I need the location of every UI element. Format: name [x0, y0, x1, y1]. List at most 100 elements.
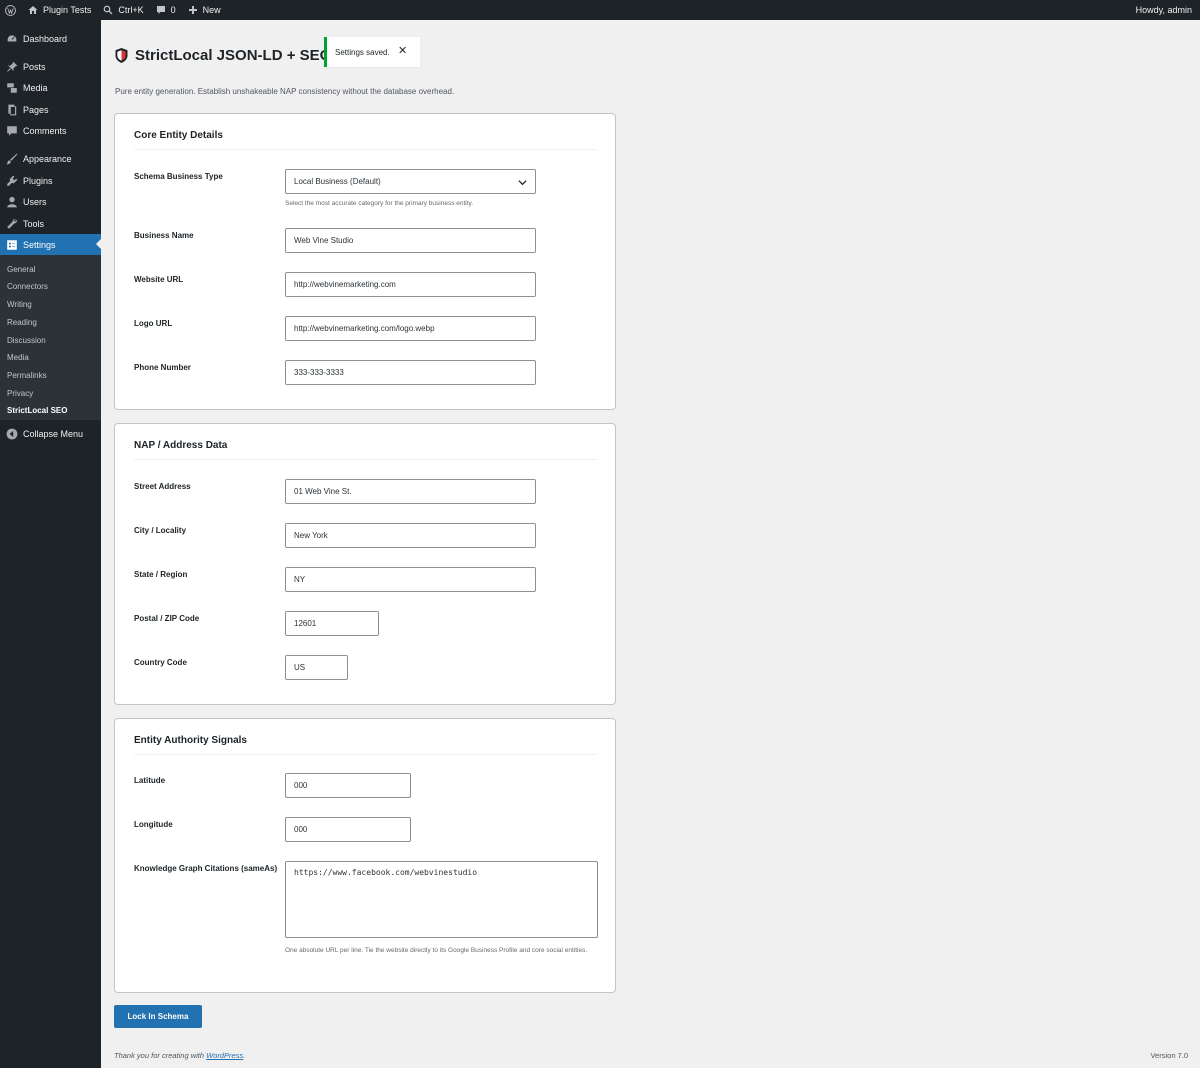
- shortcut-label: Ctrl+K: [118, 5, 144, 15]
- nap-address-card: NAP / Address Data Street Address 01 Web…: [114, 423, 616, 705]
- core-entity-card: Core Entity Details Schema Business Type…: [114, 113, 616, 410]
- pin-icon: [6, 61, 18, 72]
- page-title: StrictLocal JSON-LD + SEO: [135, 47, 332, 64]
- logo-url-input[interactable]: http://webvinemarketing.com/logo.webp: [285, 316, 536, 341]
- card-title: Entity Authority Signals: [134, 735, 247, 746]
- menu-label: Comments: [23, 125, 67, 136]
- plugin-icon: [7, 175, 18, 186]
- footer-version: Version 7.0: [1150, 1051, 1188, 1060]
- menu-label: Collapse Menu: [23, 428, 84, 439]
- latitude-label: Latitude: [134, 776, 166, 785]
- collapse-icon: [6, 428, 18, 439]
- settings-submenu: General Connectors Writing Reading Discu…: [0, 255, 101, 420]
- lock-in-schema-button[interactable]: Lock In Schema: [114, 1005, 202, 1028]
- site-name-link[interactable]: Plugin Tests: [22, 0, 97, 20]
- logo-url-label: Logo URL: [134, 319, 173, 328]
- state-label: State / Region: [134, 570, 188, 579]
- menu-plugins[interactable]: Plugins: [0, 170, 101, 191]
- submenu-discussion[interactable]: Discussion: [7, 336, 46, 345]
- chevron-down-icon: [518, 180, 527, 186]
- submenu-reading[interactable]: Reading: [7, 318, 37, 327]
- brush-icon: [6, 153, 18, 164]
- wordpress-link[interactable]: WordPress: [206, 1051, 243, 1060]
- schema-type-select[interactable]: Local Business (Default): [285, 169, 536, 194]
- menu-tools[interactable]: Tools: [0, 213, 101, 234]
- menu-label: Settings: [23, 239, 56, 250]
- plus-icon: [188, 6, 197, 14]
- media-icon: [7, 82, 17, 93]
- menu-comments[interactable]: Comments: [0, 120, 101, 141]
- sameas-label: Knowledge Graph Citations (sameAs): [134, 864, 278, 873]
- card-divider: [134, 754, 597, 755]
- menu-label: Appearance: [23, 153, 72, 164]
- card-divider: [134, 459, 597, 460]
- shield-icon: [115, 48, 128, 63]
- zip-input[interactable]: 12601: [285, 611, 379, 636]
- pages-icon: [8, 104, 17, 115]
- notice-text: Settings saved.: [335, 47, 390, 57]
- website-url-input[interactable]: http://webvinemarketing.com: [285, 272, 536, 297]
- collapse-menu-button[interactable]: Collapse Menu: [0, 423, 101, 444]
- comments-link[interactable]: 0: [150, 0, 182, 20]
- city-label: City / Locality: [134, 526, 187, 535]
- menu-label: Dashboard: [23, 33, 68, 44]
- menu-users[interactable]: Users: [0, 191, 101, 212]
- menu-label: Media: [23, 82, 48, 93]
- schema-type-help: Select the most accurate category for th…: [285, 200, 474, 207]
- submenu-media[interactable]: Media: [7, 353, 29, 362]
- wrench-icon: [7, 218, 17, 229]
- menu-pages[interactable]: Pages: [0, 99, 101, 120]
- home-icon: [28, 6, 38, 14]
- country-input[interactable]: US: [285, 655, 348, 680]
- submenu-general[interactable]: General: [7, 265, 35, 274]
- menu-label: Pages: [23, 104, 49, 115]
- page-description: Pure entity generation. Establish unshak…: [115, 87, 455, 96]
- latitude-input[interactable]: 000: [285, 773, 411, 798]
- sameas-help: One absolute URL per line. Tie the websi…: [285, 947, 588, 954]
- street-input[interactable]: 01 Web Vine St.: [285, 479, 536, 504]
- site-name: Plugin Tests: [43, 5, 92, 15]
- longitude-input[interactable]: 000: [285, 817, 411, 842]
- city-input[interactable]: New York: [285, 523, 536, 548]
- state-input[interactable]: NY: [285, 567, 536, 592]
- menu-appearance[interactable]: Appearance: [0, 148, 101, 169]
- menu-settings[interactable]: Settings: [0, 234, 101, 255]
- phone-label: Phone Number: [134, 363, 191, 372]
- menu-label: Plugins: [23, 175, 53, 186]
- greeting: Howdy, admin: [1135, 5, 1192, 15]
- user-icon: [7, 196, 17, 207]
- search-icon: [104, 5, 113, 15]
- account-menu[interactable]: Howdy, admin: [1130, 0, 1200, 20]
- country-label: Country Code: [134, 658, 187, 667]
- command-palette-link[interactable]: Ctrl+K: [97, 0, 149, 20]
- business-name-input[interactable]: Web Vine Studio: [285, 228, 536, 253]
- submenu-privacy[interactable]: Privacy: [7, 389, 33, 398]
- entity-authority-card: Entity Authority Signals Latitude 000 Lo…: [114, 718, 616, 993]
- card-title: Core Entity Details: [134, 130, 223, 141]
- new-content-link[interactable]: New: [182, 0, 227, 20]
- admin-bar: Plugin Tests Ctrl+K 0 New Howdy, admin: [0, 0, 1200, 20]
- submenu-writing[interactable]: Writing: [7, 300, 32, 309]
- comment-icon: [156, 6, 165, 14]
- street-label: Street Address: [134, 482, 191, 491]
- footer-thanks-text: Thank you for creating with: [114, 1051, 207, 1060]
- submenu-permalinks[interactable]: Permalinks: [7, 371, 47, 380]
- admin-sidebar: Dashboard Posts Media Pages Comments App…: [0, 20, 101, 1068]
- sameas-textarea[interactable]: https://www.facebook.com/webvinestudio: [285, 861, 598, 938]
- dashboard-icon: [6, 33, 18, 42]
- longitude-label: Longitude: [134, 820, 173, 829]
- phone-input[interactable]: 333-333-3333: [285, 360, 536, 385]
- wordpress-logo-icon[interactable]: [0, 0, 22, 20]
- menu-dashboard[interactable]: Dashboard: [0, 28, 101, 49]
- new-label: New: [202, 5, 221, 15]
- schema-type-value: Local Business (Default): [294, 177, 381, 186]
- menu-posts[interactable]: Posts: [0, 56, 101, 77]
- menu-media[interactable]: Media: [0, 77, 101, 98]
- submenu-strictlocal-seo[interactable]: StrictLocal SEO: [7, 406, 67, 415]
- comments-count: 0: [170, 5, 176, 15]
- submenu-connectors[interactable]: Connectors: [7, 282, 48, 291]
- footer-thanks-suffix: .: [243, 1051, 246, 1060]
- schema-type-label: Schema Business Type: [134, 172, 223, 181]
- dismiss-notice-button[interactable]: ✕: [398, 44, 407, 57]
- business-name-label: Business Name: [134, 231, 194, 240]
